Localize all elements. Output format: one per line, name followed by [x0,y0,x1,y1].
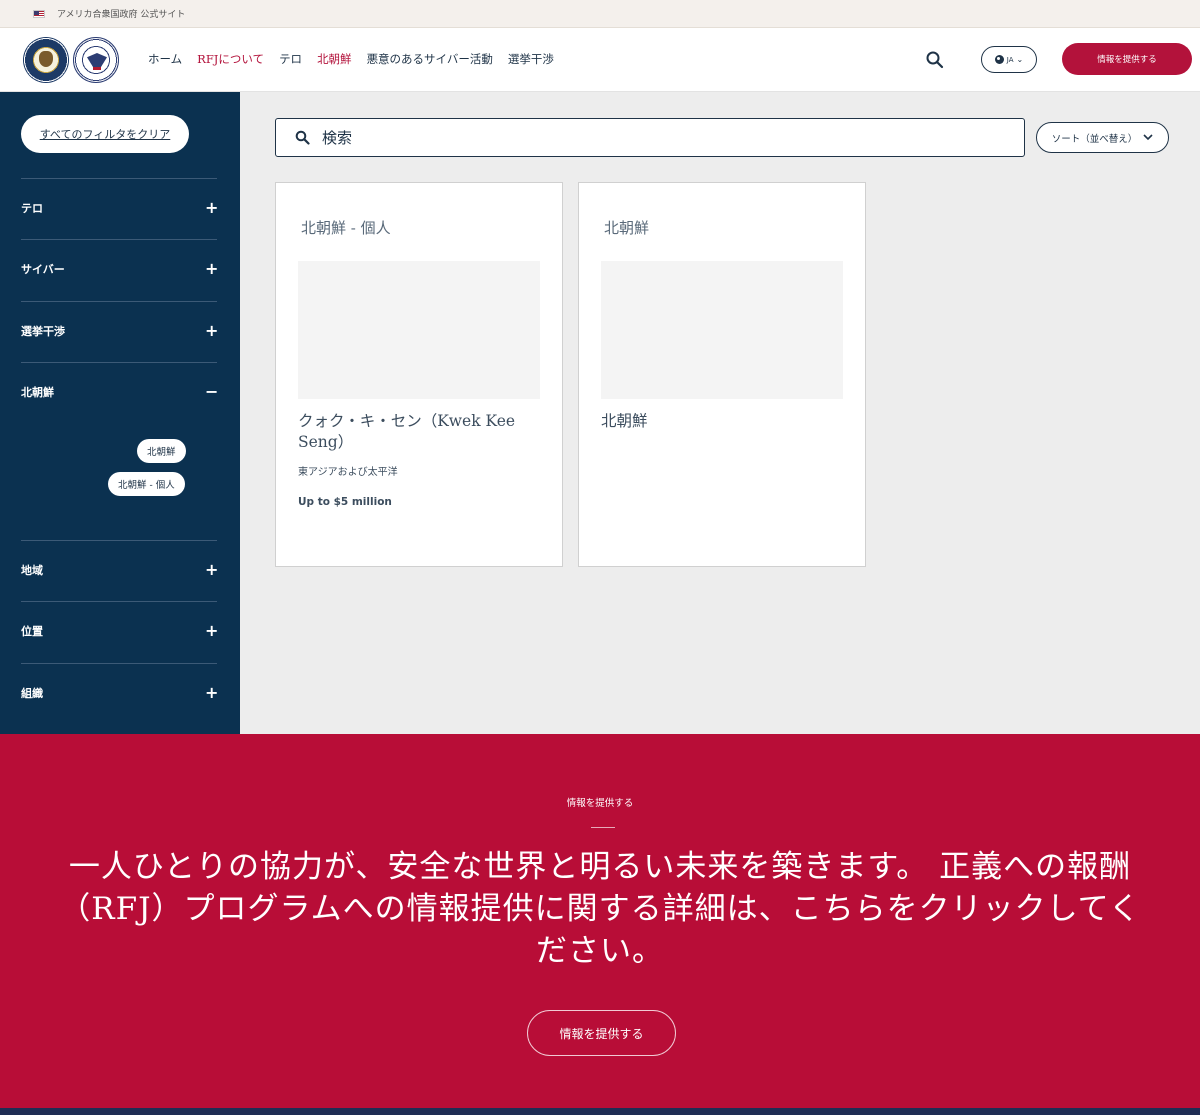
collapse-icon[interactable]: − [205,384,218,400]
facet-label: 組織 [21,687,43,700]
diplomatic-security-seal-icon[interactable] [73,37,119,83]
facet-label: 位置 [21,625,43,638]
search-icon[interactable] [925,50,945,70]
nav-north-korea[interactable]: 北朝鮮 [317,51,352,67]
card-title[interactable]: 北朝鮮 [601,411,841,432]
expand-icon[interactable]: + [205,623,218,639]
footer-divider [591,827,615,828]
submit-tip-button[interactable]: 情報を提供する [1062,43,1192,75]
nav-about-rfj[interactable]: RFJについて [197,51,264,67]
result-card[interactable]: 北朝鮮 北朝鮮 [578,182,866,567]
facet-label: 北朝鮮 [21,386,54,399]
facet-divider [21,239,217,240]
result-card[interactable]: 北朝鮮 - 個人 クォク・キ・セン（Kwek Kee Seng） 東アジアおよび… [275,182,563,567]
facet-divider [21,362,217,363]
clear-all-filters-button[interactable]: すべてのフィルタをクリア [21,115,189,153]
card-title[interactable]: クォク・キ・セン（Kwek Kee Seng） [298,411,538,453]
footer-kicker: 情報を提供する [566,798,634,809]
filter-chip-north-korea[interactable]: 北朝鮮 [137,439,186,463]
main-nav: ホーム RFJについて テロ 北朝鮮 悪意のあるサイバー活動 選挙干渉 [148,28,569,90]
chevron-down-icon [1143,134,1153,141]
expand-icon[interactable]: + [205,261,218,277]
card-image-placeholder [601,261,843,399]
language-code: JA [1006,55,1014,64]
us-flag-icon [33,10,45,18]
facet-divider [21,663,217,664]
nav-terrorism[interactable]: テロ [279,51,302,67]
facet-label: サイバー [21,263,65,276]
footer-bottom-bar [0,1108,1200,1115]
search-icon [295,130,310,145]
language-selector[interactable]: JA ⌄ [981,46,1037,73]
facet-region[interactable]: 地域 + [21,560,218,580]
facet-divider [21,178,217,179]
facet-location[interactable]: 位置 + [21,621,218,641]
facet-north-korea[interactable]: 北朝鮮 − [21,382,218,402]
card-image-placeholder [298,261,540,399]
facet-divider [21,540,217,541]
results-area: ソート（並べ替え） 北朝鮮 - 個人 クォク・キ・セン（Kwek Kee Sen… [240,92,1200,734]
facet-divider [21,301,217,302]
nav-home[interactable]: ホーム [148,51,182,67]
facet-election-interference[interactable]: 選挙干渉 + [21,321,218,341]
footer-cta: 情報を提供する 一人ひとりの協力が、安全な世界と明るい未来を築きます。 正義への… [0,734,1200,1115]
footer-submit-tip-button[interactable]: 情報を提供する [527,1010,676,1056]
expand-icon[interactable]: + [205,200,218,216]
expand-icon[interactable]: + [205,685,218,701]
facet-divider [21,601,217,602]
filter-sidebar: すべてのフィルタをクリア テロ + サイバー + 選挙干渉 + 北朝鮮 − 北朝… [0,92,240,734]
card-category: 北朝鮮 [604,219,650,237]
gov-banner-text: アメリカ合衆国政府 公式サイト [57,10,186,20]
gov-banner: アメリカ合衆国政府 公式サイト [0,0,1200,28]
nav-election-interference[interactable]: 選挙干渉 [508,51,554,67]
search-input[interactable] [322,126,1002,150]
card-reward: Up to $5 million [298,496,392,508]
card-category: 北朝鮮 - 個人 [301,219,391,237]
sort-label: ソート（並べ替え） [1051,133,1138,145]
expand-icon[interactable]: + [205,323,218,339]
expand-icon[interactable]: + [205,562,218,578]
facet-label: 地域 [21,564,43,577]
nav-malicious-cyber[interactable]: 悪意のあるサイバー活動 [367,51,493,67]
search-box[interactable] [275,118,1025,157]
filter-chip-north-korea-individual[interactable]: 北朝鮮 - 個人 [108,472,185,496]
site-header: ホーム RFJについて テロ 北朝鮮 悪意のあるサイバー活動 選挙干渉 JA ⌄… [0,28,1200,92]
globe-icon [994,55,1004,64]
footer-headline: 一人ひとりの協力が、安全な世界と明るい未来を築きます。 正義への報酬（RFJ）プ… [59,849,1141,969]
facet-terrorism[interactable]: テロ + [21,198,218,218]
sort-dropdown[interactable]: ソート（並べ替え） [1036,122,1169,153]
facet-label: 選挙干渉 [21,325,65,338]
facet-label: テロ [21,202,43,215]
chevron-down-icon: ⌄ [1016,55,1024,64]
facet-organization[interactable]: 組織 + [21,683,218,703]
facet-cyber[interactable]: サイバー + [21,259,218,279]
card-region: 東アジアおよび太平洋 [298,467,398,478]
state-department-seal-icon[interactable] [23,37,69,83]
